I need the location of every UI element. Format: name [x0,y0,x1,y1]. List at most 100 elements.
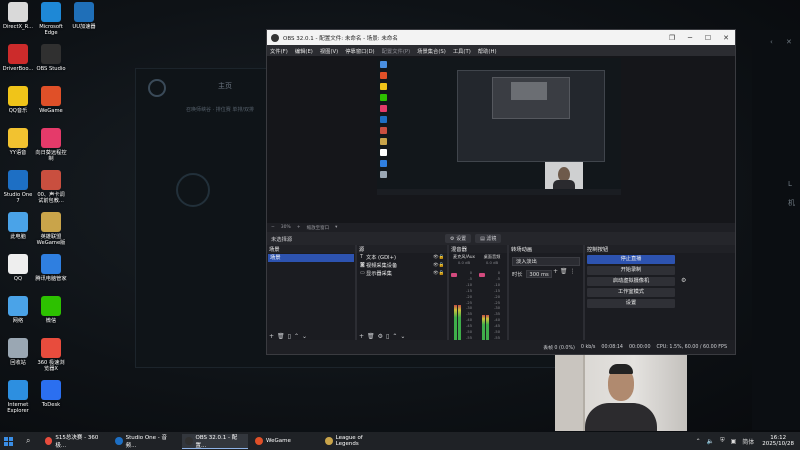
menu-item[interactable]: 编辑(E) [295,47,313,55]
desktop-icon-label: ToDesk [41,402,61,408]
restore-icon[interactable]: ❐ [663,34,681,42]
desktop-icon[interactable]: OBS Studio [34,44,68,72]
desktop-icon-label: OBS Studio [36,66,66,72]
desktop-icon[interactable]: 回收站 [1,338,35,366]
desktop-icon[interactable]: UU加速器 [67,2,101,30]
properties-button[interactable]: ⚙ 设置 [445,234,472,243]
desktop-icon[interactable]: 向日葵远程控 制 [34,128,68,162]
volume-fader[interactable] [479,273,485,277]
transition-toolbar[interactable]: + 🗑 ⋮ [553,268,575,275]
menu-item[interactable]: 文件(F) [270,47,288,55]
desktop-icon-label: 360 极速浏 览器X [37,360,65,372]
obs-window[interactable]: OBS 32.0.1 - 配置文件: 未命名 - 场景: 未命名 ❐ ─ ☐ ✕… [266,29,736,355]
zoom-mode[interactable]: 缩放至窗口 [307,225,330,231]
desktop-icon[interactable]: 微信 [34,296,68,324]
desktop-icon[interactable]: ToDesk [34,380,68,408]
start-virtual-camera-button[interactable]: 启动虚拟摄像机 [587,277,675,286]
desktop-icon[interactable]: QQ音乐 [1,86,35,114]
ime-label[interactable]: 简体 [742,437,754,446]
close-button[interactable]: ✕ [717,34,735,42]
maximize-button[interactable]: ☐ [699,34,717,42]
app-icon [41,44,61,64]
visibility-lock-icon[interactable]: 👁🔒 [433,255,447,260]
preview-canvas[interactable] [377,58,621,195]
source-name: 视频采集设备 [366,262,398,269]
desktop-icon[interactable]: DirectX_R... [1,2,35,30]
desktop-icon[interactable]: Studio One 7 [1,170,35,204]
desktop-icon[interactable]: Microsoft Edge [34,2,68,36]
desktop-icon[interactable]: DriverBoo... [1,44,35,72]
duration-input[interactable]: 300 ms [526,270,553,278]
clock[interactable]: 16:12 2025/10/28 [762,435,794,448]
desktop-icon-label: Microsoft Edge [39,24,63,36]
menu-item[interactable]: 场景集合(S) [417,47,446,55]
desktop-icon-label: DirectX_R... [2,24,34,30]
close-icon[interactable]: ✕ [786,38,792,46]
desktop-icon[interactable]: 英雄联盟 WeGame版 [34,212,68,246]
system-tray: ⌃ 🔈 ⛨ ▣ 简体 16:12 2025/10/28 [690,433,794,449]
desktop-icon-label: WeGame [39,108,63,114]
taskbar-app-button[interactable]: Studio One - 音频... [112,434,178,449]
source-list-item[interactable]: T 文本 (GDI+) 👁🔒 [357,253,447,261]
zoom-out-icon[interactable]: − [271,225,275,230]
virtual-camera-gear-icon[interactable]: ⚙ [681,277,686,284]
taskbar-app-button[interactable]: OBS 32.0.1 - 配置... [182,433,248,449]
client-ring-icon [176,173,210,207]
preview-nested-preview [492,77,570,119]
shield-icon[interactable]: ⛨ [720,437,725,445]
taskbar-app-button[interactable]: WeGame [252,434,318,449]
desktop-icon[interactable]: 00、声卡调 试前包教... [34,170,68,204]
chevron-down-icon[interactable]: ▾ [335,225,337,230]
menu-item[interactable]: 帮助(H) [478,47,497,55]
menu-item[interactable]: 配置文件(P) [382,47,411,55]
mixer-channel-db: 0.0 dB [485,260,499,265]
menu-item[interactable]: 停靠窗口(D) [345,47,374,55]
filters-button[interactable]: ▤ 滤镜 [475,234,502,243]
bitrate: 0 kb/s [580,344,596,350]
minimize-button[interactable]: ─ [681,34,699,42]
menu-item[interactable]: 工具(T) [453,47,471,55]
volume-fader[interactable] [451,273,457,277]
transition-select[interactable]: 淡入淡出 [512,257,580,266]
back-icon[interactable]: ‹ [770,38,773,46]
source-name: 显示器采集 [366,270,392,277]
desktop-icon[interactable]: QQ [1,254,35,282]
desktop-icon[interactable]: 此电脑 [1,212,35,240]
desktop-icon[interactable]: 360 极速浏 览器X [34,338,68,372]
scene-list-item[interactable]: 场景 [268,254,354,262]
visibility-lock-icon[interactable]: 👁🔒 [433,263,447,268]
source-list-item[interactable]: ▭ 显示器采集 👁🔒 [357,269,447,277]
scenes-toolbar[interactable]: +🗑▯⌃⌄ [269,333,310,340]
stop-streaming-button[interactable]: 停止直播 [587,255,675,264]
studio-mode-button[interactable]: 工作室模式 [587,288,675,297]
visibility-lock-icon[interactable]: 👁🔒 [433,271,447,276]
chevron-up-icon[interactable]: ⌃ [696,438,701,445]
start-button[interactable] [4,436,18,446]
scenes-dock: 场景 场景 +🗑▯⌃⌄ [267,245,357,354]
taskbar-app-button[interactable]: League of Legends [322,434,388,449]
network-icon[interactable]: ▣ [731,438,737,445]
taskbar-app-button[interactable]: S15总决赛 - 360极... [42,434,108,449]
start-recording-button[interactable]: 开始录制 [587,266,675,275]
desktop-icon[interactable]: 腾讯电脑管家 [34,254,68,282]
side-label: 机 [788,199,795,207]
source-list-item[interactable]: ◙ 视频采集设备 👁🔒 [357,261,447,269]
desktop-icon[interactable]: WeGame [34,86,68,114]
zoom-in-icon[interactable]: + [297,225,301,230]
app-icon [115,437,123,445]
app-icon [41,338,61,358]
sources-toolbar[interactable]: +🗑⚙▯⌃⌄ [359,333,408,340]
preview-area[interactable] [267,56,735,223]
menu-item[interactable]: 视图(V) [320,47,338,55]
desktop-icon[interactable]: YY语音 [1,128,35,156]
client-home-tab[interactable]: 主页 [218,81,232,91]
desktop-icon[interactable]: Internet Explorer [1,380,35,414]
search-icon[interactable]: ⌕ [26,436,38,446]
settings-button[interactable]: 设置 [587,299,675,308]
speaker-icon[interactable]: 🔈 [707,438,714,445]
obs-title-bar[interactable]: OBS 32.0.1 - 配置文件: 未命名 - 场景: 未命名 ❐ ─ ☐ ✕ [267,30,735,45]
desktop-icon[interactable]: 网络 [1,296,35,324]
app-icon [41,86,61,106]
desktop-icon-label: 微信 [45,318,57,324]
app-icon [41,296,61,316]
